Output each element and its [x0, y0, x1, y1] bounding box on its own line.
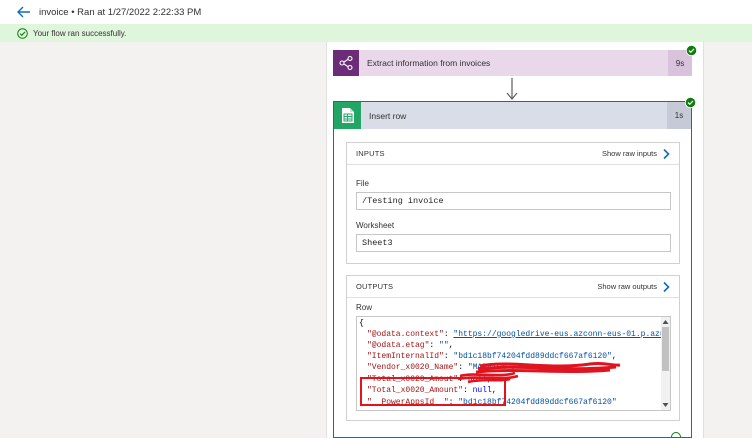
json-open-brace: { — [359, 319, 364, 328]
show-raw-inputs-link[interactable]: Show raw inputs — [602, 149, 657, 158]
annotation-highlight-box — [360, 377, 506, 406]
success-banner: Your flow ran successfully. — [0, 24, 752, 42]
outputs-label: OUTPUTS — [356, 282, 394, 291]
show-raw-outputs-link[interactable]: Show raw outputs — [597, 282, 657, 291]
ai-builder-icon — [333, 50, 359, 76]
json-line-odata-context: "@odata.context": "https://googledrive-e… — [367, 330, 665, 339]
chevron-right-icon[interactable] — [661, 281, 671, 293]
back-arrow-icon[interactable] — [17, 5, 31, 19]
google-sheets-icon — [334, 102, 361, 129]
scrollbar-thumb[interactable] — [662, 327, 669, 371]
chevron-right-icon[interactable] — [661, 148, 671, 160]
check-circle-icon — [17, 27, 28, 39]
top-bar: invoice • Ran at 1/27/2022 2:22:33 PM — [0, 0, 752, 24]
step-header[interactable]: Insert row 1s — [334, 96, 697, 129]
step-header[interactable]: Extract information from invoices 9s — [333, 44, 698, 76]
scroll-up-icon[interactable] — [662, 318, 669, 326]
success-check-icon — [684, 96, 697, 109]
inputs-label: INPUTS — [356, 149, 385, 158]
worksheet-label: Worksheet — [356, 221, 395, 230]
run-title: invoice • Ran at 1/27/2022 2:22:33 PM — [39, 6, 202, 18]
scroll-down-icon[interactable] — [662, 401, 669, 409]
json-scrollbar[interactable] — [661, 317, 670, 410]
step-title: Extract information from invoices — [367, 58, 491, 68]
json-line-odata-etag: "@odata.etag": "", — [367, 341, 454, 350]
file-value: /Testing invoice — [356, 192, 671, 210]
success-check-icon — [685, 44, 698, 57]
banner-message: Your flow ran successfully. — [33, 28, 127, 38]
inputs-header: INPUTS Show raw inputs — [347, 143, 679, 165]
connector-arrow-icon — [505, 78, 519, 102]
success-check-icon — [671, 432, 681, 438]
step-extract-invoices[interactable]: Extract information from invoices 9s — [333, 44, 698, 76]
inputs-section: INPUTS Show raw inputs File /Testing inv… — [346, 142, 680, 264]
step-title: Insert row — [369, 110, 407, 121]
outputs-header: OUTPUTS Show raw outputs — [347, 276, 679, 298]
worksheet-value: Sheet3 — [356, 234, 671, 252]
row-label: Row — [356, 303, 373, 312]
file-label: File — [356, 179, 369, 188]
